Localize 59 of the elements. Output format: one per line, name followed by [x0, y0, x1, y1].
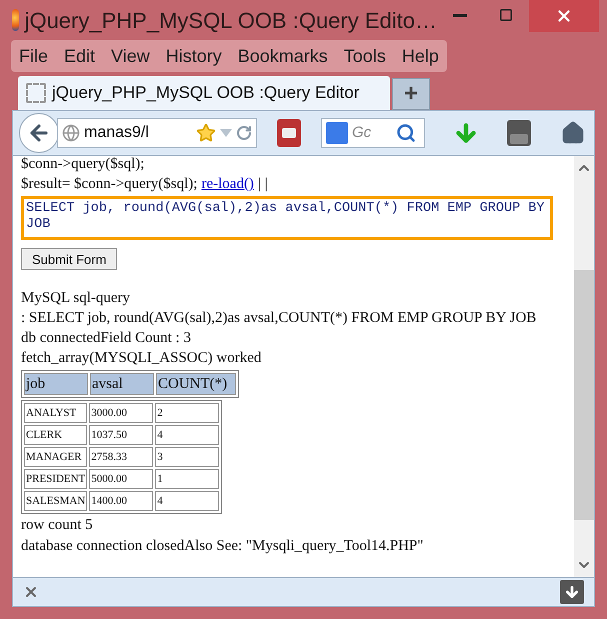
column-header: job [24, 373, 88, 395]
code-line: $result= $conn->query($sql); [21, 175, 198, 194]
down-arrow-icon [564, 584, 580, 600]
scrollbar[interactable] [574, 156, 594, 577]
home-icon[interactable] [561, 121, 585, 145]
page-icon [26, 83, 46, 103]
browser-tab[interactable]: jQuery_PHP_MySQL OOB :Query Editor [18, 76, 390, 110]
window-title: jQuery_PHP_MySQL OOB :Query Edito… [24, 6, 437, 35]
table-cell: PRESIDENT [24, 469, 88, 489]
search-input[interactable]: Gc [352, 122, 392, 144]
table-cell: SALESMAN [24, 491, 88, 511]
menu-item[interactable]: Help [402, 42, 439, 70]
table-cell: 3 [155, 447, 220, 467]
output-text: database connection closedAlso See: "Mysqli_query_Tool14.PHP" [21, 537, 424, 556]
url-text: manas9/l [84, 123, 149, 143]
submit-button[interactable]: Submit Form [21, 248, 118, 270]
menu-item[interactable]: Tools [344, 42, 386, 70]
table-cell: 1037.50 [89, 425, 154, 445]
output-text: db connectedField Count : 3 [21, 329, 192, 348]
output-text: row count 5 [21, 516, 94, 535]
output-text: : SELECT job, round(AVG(sal),2)as avsal,COUNT(*) FROM EMP GROUP BY JOB [21, 309, 538, 328]
menu-item[interactable]: History [166, 42, 222, 70]
close-button[interactable] [529, 0, 599, 32]
table-cell: ANALYST [24, 403, 88, 423]
code-line: $conn->query($sql); [21, 156, 146, 174]
back-button[interactable] [19, 113, 59, 153]
new-tab-button[interactable]: + [392, 78, 430, 110]
search-field[interactable]: Gc [321, 118, 425, 148]
table-cell: 3000.00 [89, 403, 154, 423]
minimize-icon [453, 14, 467, 16]
table-cell: CLERK [24, 425, 88, 445]
search-icon[interactable] [396, 123, 416, 143]
query-field[interactable]: SELECT job, round(AVG(sal),2)as avsal,COUNT(*) FROM EMP GROUP BY JOB [21, 196, 553, 240]
download-button[interactable] [560, 580, 584, 604]
reload-link[interactable]: re-load() [201, 174, 254, 194]
menu-item[interactable]: View [111, 42, 150, 70]
table-cell: 4 [155, 491, 220, 511]
menu-item[interactable]: Bookmarks [238, 42, 328, 70]
column-header: avsal [90, 373, 154, 395]
table-cell: 1 [155, 469, 220, 489]
tab-label: jQuery_PHP_MySQL OOB :Query Editor [52, 82, 360, 104]
table-cell: 4 [155, 425, 220, 445]
table-cell: 5000.00 [89, 469, 154, 489]
table-cell: 2758.33 [89, 447, 154, 467]
table-cell: 2 [155, 403, 220, 423]
output-text: fetch_array(MYSQLI_ASSOC) worked [21, 349, 262, 368]
menu-item[interactable]: File [19, 42, 48, 70]
globe-icon [62, 124, 80, 142]
column-header: COUNT(*) [156, 373, 236, 395]
url-field[interactable]: manas9/l [57, 118, 257, 148]
output-text: MySQL sql-query [21, 289, 132, 308]
table-cell: 1400.00 [89, 491, 154, 511]
menu-item[interactable]: Edit [64, 42, 96, 70]
reload-icon[interactable] [236, 125, 252, 141]
table-cell: MANAGER [24, 447, 88, 467]
star-icon[interactable] [196, 123, 216, 143]
separator-text: | | [258, 175, 268, 194]
close-icon[interactable] [23, 584, 39, 600]
maximize-icon [499, 8, 513, 22]
